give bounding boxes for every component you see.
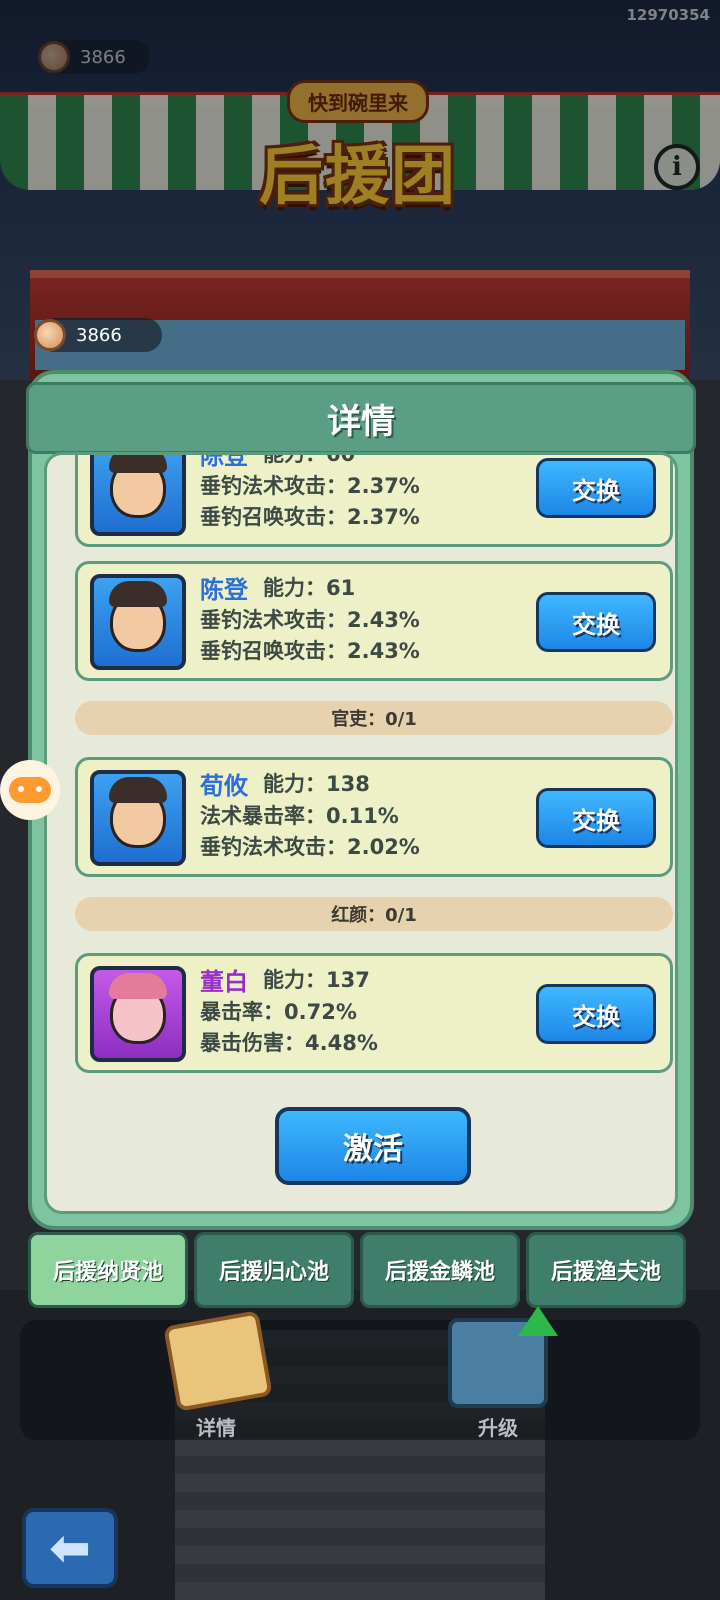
hero-attr-2: 垂钓法术攻击：2.02% bbox=[200, 835, 420, 859]
hero-card: 荀攸 能力：138 法术暴击率：0.11% 垂钓法术攻击：2.02% 交换 bbox=[75, 757, 673, 877]
hero-avatar bbox=[90, 574, 186, 670]
hero-ability: 能力：60 bbox=[263, 452, 356, 466]
hero-ability: 能力：138 bbox=[263, 772, 370, 796]
hero-attr-2: 垂钓召唤攻击：2.43% bbox=[200, 639, 420, 663]
hero-ability: 能力：137 bbox=[263, 968, 370, 992]
hero-attr-1: 法术暴击率：0.11% bbox=[200, 804, 399, 828]
details-dialog: 详情 陈登 能力：60 垂钓法术攻击：2.37% 垂钓召唤攻击：2.37% 交换… bbox=[26, 370, 696, 1230]
hero-attr-1: 暴击率：0.72% bbox=[200, 1000, 357, 1024]
hero-avatar bbox=[90, 770, 186, 866]
details-label: 详情 bbox=[196, 1416, 236, 1440]
hero-name: 陈登 bbox=[200, 576, 248, 604]
swap-button[interactable]: 交换 bbox=[536, 984, 656, 1044]
hero-avatar bbox=[90, 966, 186, 1062]
tab-pool-1[interactable]: 后援纳贤池 bbox=[28, 1232, 188, 1308]
hero-attr-1: 垂钓法术攻击：2.43% bbox=[200, 608, 420, 632]
gamepad-icon[interactable] bbox=[0, 760, 60, 820]
hero-avatar bbox=[90, 455, 186, 536]
upgrade-arrow-icon bbox=[518, 1306, 558, 1336]
hero-card: 董白 能力：137 暴击率：0.72% 暴击伤害：4.48% 交换 bbox=[75, 953, 673, 1073]
hero-name: 陈登 bbox=[200, 452, 248, 470]
coin-icon bbox=[34, 319, 66, 351]
tab-pool-2[interactable]: 后援归心池 bbox=[194, 1232, 354, 1308]
tab-pool-4[interactable]: 后援渔夫池 bbox=[526, 1232, 686, 1308]
hero-attr-2: 暴击伤害：4.48% bbox=[200, 1031, 378, 1055]
hero-ability: 能力：61 bbox=[263, 576, 356, 600]
swap-button[interactable]: 交换 bbox=[536, 458, 656, 518]
section-header-beauties: 红颜：0/1 bbox=[75, 897, 673, 931]
scroll-icon[interactable] bbox=[163, 1310, 273, 1412]
hero-attr-1: 垂钓法术攻击：2.37% bbox=[200, 474, 420, 498]
tab-pool-3[interactable]: 后援金鳞池 bbox=[360, 1232, 520, 1308]
hero-card: 陈登 能力：61 垂钓法术攻击：2.43% 垂钓召唤攻击：2.43% 交换 bbox=[75, 561, 673, 681]
coin-amount: 3866 bbox=[76, 324, 122, 346]
hero-card: 陈登 能力：60 垂钓法术攻击：2.37% 垂钓召唤攻击：2.37% 交换 bbox=[75, 452, 673, 547]
swap-button[interactable]: 交换 bbox=[536, 592, 656, 652]
pool-tabs: 后援纳贤池 后援归心池 后援金鳞池 后援渔夫池 bbox=[28, 1232, 694, 1312]
dialog-title: 详情 bbox=[26, 382, 696, 454]
hero-name: 董白 bbox=[200, 968, 248, 996]
swap-button[interactable]: 交换 bbox=[536, 788, 656, 848]
upgrade-label: 升级 bbox=[478, 1416, 518, 1440]
hero-name: 荀攸 bbox=[200, 772, 248, 800]
coin-counter: 3866 bbox=[34, 318, 162, 352]
section-header-officials: 官吏：0/1 bbox=[75, 701, 673, 735]
back-arrow-icon[interactable]: ⬅ bbox=[22, 1508, 118, 1588]
dialog-content: 陈登 能力：60 垂钓法术攻击：2.37% 垂钓召唤攻击：2.37% 交换 陈登… bbox=[44, 452, 678, 1214]
activate-button[interactable]: 激活 bbox=[275, 1107, 471, 1185]
hero-attr-2: 垂钓召唤攻击：2.37% bbox=[200, 505, 420, 529]
